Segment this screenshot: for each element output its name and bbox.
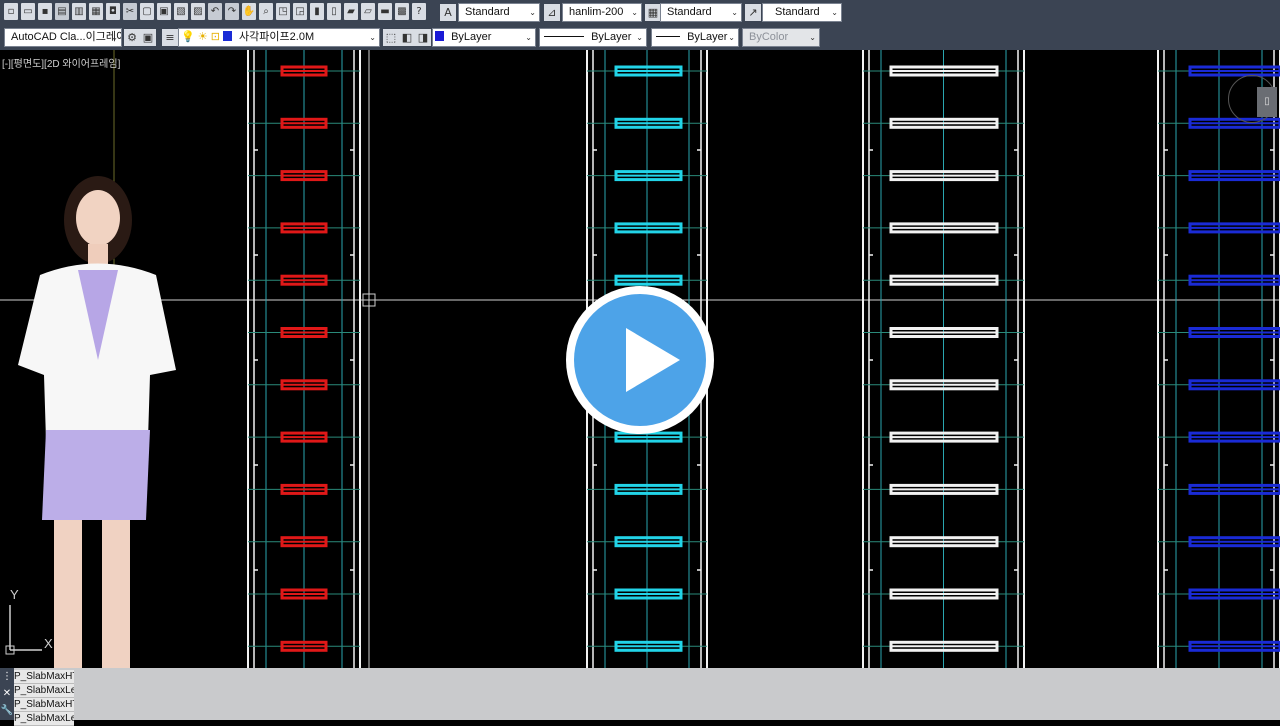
chevron-down-icon: ⌄ [525,33,532,42]
tool-palettes-icon[interactable]: ▰ [344,3,358,20]
workspace-value: AutoCAD Cla...이그레이션될 [11,31,121,43]
color-swatch [435,31,444,41]
standard-toolbar-icons: ▫ ▭ ▪ ▤ ▥ ▦ ◘ ✂ ▢ ▣ ▧ ▨ ↶ ↷ ✋ ⌕ ◳ ◲ ▮ ▯ … [4,3,426,22]
lineweight-sample-line [656,36,680,37]
presenter-avatar [18,176,176,708]
undo-icon[interactable]: ↶ [208,3,222,20]
play-icon [626,328,680,392]
plotstyle-dropdown: ByColor ⌄ [742,28,820,47]
text-style-dropdown[interactable]: Standard ⌄ [458,3,540,22]
pan-icon[interactable]: ✋ [242,3,256,20]
properties-icon[interactable]: ▮ [310,3,324,20]
color-value: ByLayer [451,31,492,43]
command-grip-icon[interactable]: ⋮ [0,668,14,685]
layer-value: 사각파이프2.0M [239,31,315,43]
customize-wrench-icon[interactable]: 🔧 [0,702,14,719]
workspace-settings-gear-icon[interactable]: ⚙ [124,29,140,46]
plotstyle-value: ByColor [749,31,789,43]
publish-icon[interactable]: ▦ [89,3,103,20]
help-icon[interactable]: ? [412,3,426,20]
layer-properties-icon[interactable]: ≡ [162,29,178,46]
plot-icon[interactable]: ▤ [55,3,69,20]
copy-icon[interactable]: ▢ [140,3,154,20]
table-style-dropdown[interactable]: Standard ⌄ [660,3,742,22]
command-line-sidebar: ⋮ ✕ 🔧 [0,668,14,720]
dim-style-dropdown[interactable]: hanlim-200 ⌄ [562,3,642,22]
standard-toolbar: ▫ ▭ ▪ ▤ ▥ ▦ ◘ ✂ ▢ ▣ ▧ ▨ ↶ ↷ ✋ ⌕ ◳ ◲ ▮ ▯ … [0,0,1280,25]
chevron-down-icon: ⌄ [529,8,536,17]
command-history-line: P_SlabMaxLen [14,684,74,698]
layer-state-icon[interactable]: ◨ [415,29,431,46]
layer-dropdown[interactable]: 💡 ☀ ⊡ 사각파이프2.0M ⌄ [178,28,380,47]
workspace-dropdown[interactable]: AutoCAD Cla...이그레이션될 ⌄ [4,28,122,47]
redo-icon[interactable]: ↷ [225,3,239,20]
linetype-value: ByLayer [591,31,632,43]
command-history-line: P_SlabMaxHTy [14,670,74,684]
dim-style-value: hanlim-200 [569,6,624,18]
text-style-icon: A [440,4,456,21]
chevron-down-icon: ⌄ [731,8,738,17]
chevron-down-icon: ⌄ [631,8,638,17]
layer-on-bulb-icon: 💡 [181,31,195,43]
make-current-layer-icon[interactable]: ⬚ [383,29,399,46]
layer-unlock-icon: ⊡ [210,31,220,43]
block-editor-icon[interactable]: ▨ [191,3,205,20]
cut-icon[interactable]: ✂ [123,3,137,20]
command-history: P_SlabMaxHTy P_SlabMaxLen P_SlabMaxHTy P… [14,670,74,726]
multileader-style-value: Standard [775,6,820,18]
color-dropdown[interactable]: ByLayer ⌄ [432,28,536,47]
quickcalc-icon[interactable]: ▩ [395,3,409,20]
save-icon[interactable]: ▪ [38,3,52,20]
plot-preview-icon[interactable]: ▥ [72,3,86,20]
chevron-down-icon: ⌄ [111,33,118,42]
chevron-down-icon: ⌄ [369,33,376,42]
sheet-set-icon[interactable]: ▱ [361,3,375,20]
table-style-value: Standard [667,6,712,18]
linetype-dropdown[interactable]: ByLayer ⌄ [539,28,647,47]
layer-previous-icon[interactable]: ◧ [399,29,415,46]
chevron-down-icon: ⌄ [831,8,838,17]
dim-style-icon: ⊿ [544,4,560,21]
table-style-icon: ▦ [645,4,661,21]
zoom-previous-icon[interactable]: ◲ [293,3,307,20]
zoom-realtime-icon[interactable]: ⌕ [259,3,273,20]
multileader-style-icon: ↗ [745,4,761,21]
clean-screen-icon[interactable]: ▣ [140,29,156,46]
zoom-window-icon[interactable]: ◳ [276,3,290,20]
match-properties-icon[interactable]: ▧ [174,3,188,20]
layer-color-swatch [222,31,232,41]
lineweight-value: ByLayer [687,31,728,43]
new-file-icon[interactable]: ▫ [4,3,18,20]
text-style-value: Standard [465,6,510,18]
command-history-line: P_SlabMaxHTy [14,698,74,712]
paste-icon[interactable]: ▣ [157,3,171,20]
layer-thaw-sun-icon: ☀ [197,31,208,43]
design-center-icon[interactable]: ▯ [327,3,341,20]
multileader-style-dropdown[interactable]: Standard ⌄ [762,3,842,22]
layers-toolbar: AutoCAD Cla...이그레이션될 ⌄ ⚙ ▣ ≡ 💡 ☀ ⊡ 사각파이프… [0,25,1280,50]
navigation-bar-button[interactable]: ▯ [1257,87,1277,117]
play-button-circle [574,294,706,426]
viewport-controls-label[interactable]: [-][평면도][2D 와이어프레임] [2,55,120,70]
command-history-line: P_SlabMaxLen [14,712,74,726]
lineweight-dropdown[interactable]: ByLayer ⌄ [651,28,739,47]
command-line-area: ⋮ ✕ 🔧 P_SlabMaxHTy P_SlabMaxLen P_SlabMa… [0,668,1280,726]
close-icon[interactable]: ✕ [0,685,14,702]
linetype-sample-line [544,36,584,37]
chevron-down-icon: ⌄ [636,33,643,42]
chevron-down-icon: ⌄ [809,33,816,42]
markup-icon[interactable]: ▬ [378,3,392,20]
chevron-down-icon: ⌄ [728,33,735,42]
open-file-icon[interactable]: ▭ [21,3,35,20]
video-play-button[interactable] [566,286,714,434]
3d-print-icon[interactable]: ◘ [106,3,120,20]
